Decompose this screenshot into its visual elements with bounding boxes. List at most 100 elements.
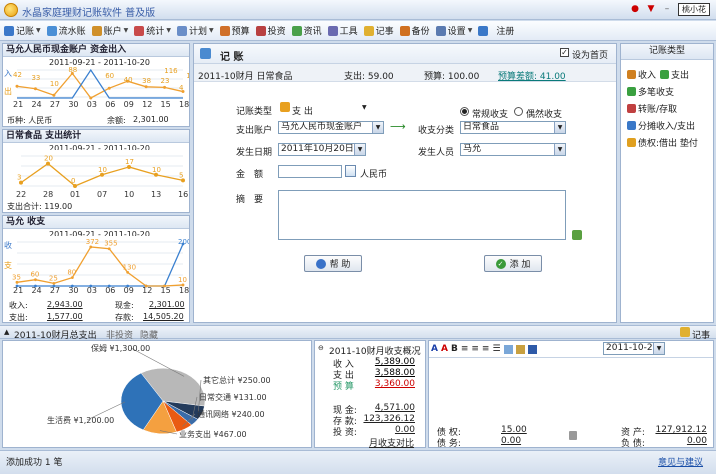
amount-input[interactable]	[278, 165, 342, 178]
chevron-down-icon: ▼	[467, 27, 473, 34]
toolbar-item-12[interactable]	[478, 25, 490, 36]
toolbar-item-3[interactable]: 统计 ▼	[134, 24, 171, 37]
chevron-down-icon: ▼	[166, 27, 171, 34]
y-label-in: 入	[4, 69, 12, 78]
cash-value[interactable]: 2,301.00	[149, 300, 185, 309]
account-select[interactable]: 马允人民币现金账户 ▼	[278, 121, 384, 134]
feedback-link[interactable]: 意见与建议	[658, 455, 703, 468]
toolbar-item-9[interactable]: 记事	[363, 24, 394, 37]
entry-type-item[interactable]: 多笔收支	[627, 85, 674, 98]
x-tick: 22	[16, 190, 26, 198]
date-picker[interactable]: 2011年10月20日 ▼	[278, 143, 366, 156]
minimize-icon[interactable]: –	[660, 3, 674, 16]
x-tick: 27	[50, 100, 60, 108]
budget-diff-link[interactable]: 预算差额: 41.00	[498, 69, 566, 82]
expense-pie-chart: 保姆 ¥1,300.00 其它总计 ¥250.00 日常交通 ¥131.00 通讯网络…	[47, 343, 271, 439]
title-bar: 水晶家庭理财记账软件 普及版 ● ▼ – 桃小花	[0, 0, 716, 20]
deposit-value[interactable]: 14,505.20	[143, 312, 184, 321]
note-textarea[interactable]	[278, 190, 566, 240]
series-data-label: 10	[178, 276, 187, 284]
date-dropdown-icon[interactable]: ▼	[354, 144, 365, 155]
entry-type-item[interactable]: 收入	[627, 68, 656, 81]
menu-down-icon[interactable]: ▼	[644, 3, 658, 16]
toolbar-label: 账户	[103, 27, 122, 37]
y-label-expense: 支	[4, 260, 12, 270]
account-dropdown-icon[interactable]: ▼	[372, 122, 383, 133]
summary-value: 3,360.00	[374, 379, 415, 389]
pie-label: 生活费 ¥1,200.00	[47, 415, 114, 425]
data-label: 88	[68, 66, 77, 74]
currency-label: 币种: 人民币	[7, 116, 53, 125]
type-dropdown-icon[interactable]: ▼	[362, 104, 367, 111]
toolbar-item-7[interactable]: 资讯	[291, 24, 322, 37]
entry-header: 记 账 ✓ 设为首页	[194, 44, 616, 64]
category-select[interactable]: 日常食品 ▼	[460, 121, 566, 134]
entry-type-row: 转账/存取	[627, 100, 713, 117]
series-point	[52, 281, 56, 285]
app-title: 水晶家庭理财记账软件 普及版	[22, 8, 156, 19]
quick-note-icon[interactable]	[572, 230, 582, 240]
toolbar-item-6[interactable]: 投资	[255, 24, 286, 37]
entry-type-item[interactable]: 支出	[660, 68, 689, 81]
occasional-radio[interactable]	[514, 107, 523, 116]
y-label-out: 出	[4, 86, 12, 96]
account-icon	[91, 25, 102, 36]
x-tick: 06	[105, 286, 115, 294]
monthly-compare-link[interactable]: 月收支对比	[369, 436, 414, 449]
data-label: 33	[31, 74, 40, 82]
toolbar-item-11[interactable]: 设置 ▼	[435, 24, 473, 37]
regular-radio[interactable]	[460, 107, 469, 116]
main-toolbar: 记账 ▼ 流水账 账户 ▼ 统计 ▼ 计划 ▼ 预算 投资 资讯 工具 记事 备份 设置 ▼ 注册	[0, 21, 716, 41]
person-dropdown-icon[interactable]: ▼	[554, 144, 565, 155]
lock-icon[interactable]	[569, 431, 577, 440]
pencil-icon	[200, 48, 211, 59]
entry-type-label: 收入	[638, 71, 657, 81]
toolbar-item-10[interactable]: 备份	[399, 24, 430, 37]
series-data-label: 372	[86, 238, 99, 246]
user-button[interactable]: 桃小花	[678, 3, 710, 16]
type-value[interactable]: 支 出	[292, 104, 313, 117]
entry-type-row: 多笔收支	[627, 83, 713, 100]
person-select[interactable]: 马允 ▼	[460, 143, 566, 156]
toolbar-item-0[interactable]: 记账 ▼	[4, 24, 41, 37]
help-button[interactable]: 帮 助	[304, 255, 362, 272]
entry-type-label: 转账/存取	[638, 105, 678, 115]
entry-type-icon	[660, 70, 670, 79]
alert-icon[interactable]: ●	[628, 3, 642, 16]
toolbar-item-2[interactable]: 账户 ▼	[91, 24, 128, 37]
expense-label: 支出:	[9, 313, 28, 322]
toolbar-item-5[interactable]: 预算	[219, 24, 250, 37]
toolbar-label: 记事	[375, 27, 394, 37]
set-home-label: 设为首页	[572, 51, 609, 61]
entry-type-item[interactable]: 债权:借出 垫付	[627, 136, 698, 149]
summary-value: 0.00	[394, 425, 415, 435]
balance-label: 余额:	[107, 116, 126, 125]
expense-value[interactable]: 1,577.00	[47, 312, 83, 321]
toolbar-item-4[interactable]: 计划 ▼	[176, 24, 214, 37]
series-line-0	[17, 243, 184, 287]
asset-label: 负 债:	[621, 439, 645, 449]
income-value[interactable]: 2,943.00	[47, 300, 83, 309]
collapse-icon[interactable]: ▲	[4, 328, 9, 336]
add-button[interactable]: ✓ 添 加	[484, 255, 542, 272]
entry-type-item[interactable]: 分摊收入/支出	[627, 119, 695, 132]
expense-type-icon	[280, 102, 290, 112]
entry-type-label: 分摊收入/支出	[638, 122, 696, 132]
regular-label: 常规收支	[472, 110, 509, 120]
cash-label: 现金:	[115, 301, 134, 310]
calculator-icon[interactable]	[345, 165, 356, 177]
person-income-panel: 马允 收支 2011-09-21 - 2011-10-20 收支20003560…	[2, 215, 190, 323]
summary-rows: 收 入 5,389.00 支 出 3,588.00 预 算 3,360.00 现 金: 4,5…	[315, 341, 425, 447]
category-dropdown-icon[interactable]: ▼	[554, 122, 565, 133]
toolbar-label: 投资	[267, 27, 286, 37]
toolbar-item-1[interactable]: 流水账	[46, 24, 86, 37]
series-point	[107, 247, 111, 251]
toolbar-item-8[interactable]: 工具	[327, 24, 358, 37]
set-home-checkbox[interactable]: ✓	[560, 48, 569, 57]
summary-value: 3,588.00	[374, 368, 415, 378]
deposit-label: 存款:	[115, 313, 134, 322]
entry-type-item[interactable]: 转账/存取	[627, 102, 677, 115]
entry-type-label: 支出	[671, 71, 690, 81]
toolbar-item-13[interactable]: 注册	[496, 24, 514, 37]
income-label: 收入:	[9, 301, 28, 310]
